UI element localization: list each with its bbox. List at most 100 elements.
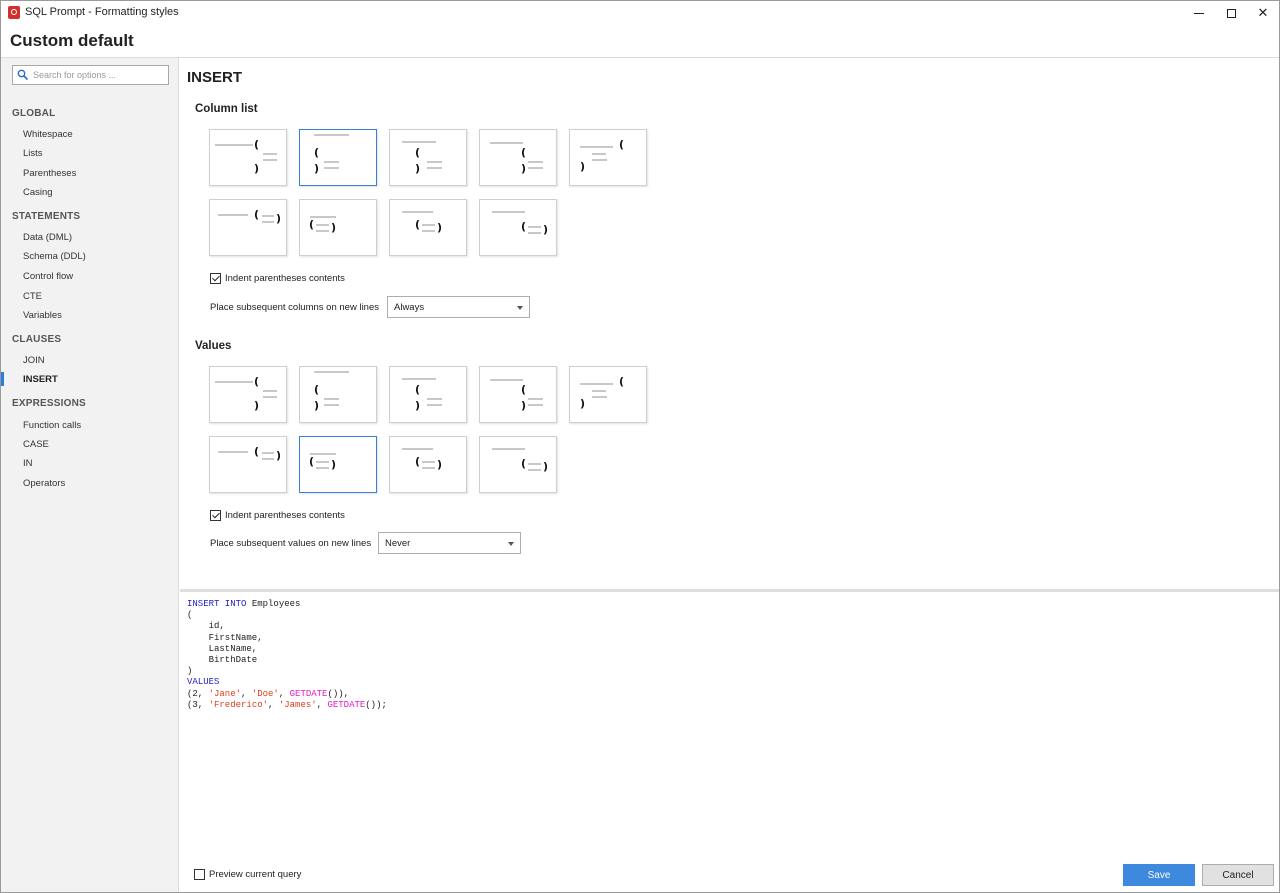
minimize-button[interactable] (1182, 1, 1216, 25)
values-style-option[interactable]: () (479, 366, 557, 423)
style-name-title: Custom default (10, 31, 134, 50)
formatting-styles-window: SQL Prompt - Formatting styles ✕ Custom … (0, 0, 1280, 893)
code-line: FirstName, (187, 632, 263, 643)
column-placement-value: Always (394, 302, 425, 313)
svg-text:): ) (415, 162, 420, 175)
nav-item-function-calls[interactable]: Function calls (23, 420, 81, 431)
svg-text:(: ( (314, 146, 319, 159)
values-placement-value: Never (385, 538, 411, 549)
search-icon (17, 69, 29, 81)
layout-preview-icon: () (402, 141, 442, 175)
svg-text:(: ( (309, 218, 314, 231)
values-indent-option[interactable]: Indent parentheses contents (210, 510, 345, 521)
values-style-option[interactable]: () (299, 366, 377, 423)
svg-text:): ) (580, 397, 585, 410)
nav-item-lists[interactable]: Lists (23, 148, 43, 159)
code-line: LastName, (187, 643, 258, 654)
svg-text:(: ( (521, 383, 526, 396)
layout-preview-icon: () (218, 208, 281, 225)
cancel-button[interactable]: Cancel (1202, 864, 1274, 886)
values-indent-label: Indent parentheses contents (225, 510, 345, 521)
nav-item-insert[interactable]: INSERT (23, 374, 58, 385)
close-icon: ✕ (1257, 5, 1269, 20)
svg-text:): ) (437, 458, 442, 471)
nav-item-case[interactable]: CASE (23, 439, 49, 450)
svg-text:): ) (521, 162, 526, 175)
column-list-style-option[interactable]: () (209, 199, 287, 256)
values-indent-checkbox[interactable] (210, 510, 221, 521)
values-style-option[interactable]: () (389, 436, 467, 493)
nav-item-schema-ddl[interactable]: Schema (DDL) (23, 251, 86, 262)
nav-item-cte[interactable]: CTE (23, 291, 42, 302)
svg-text:): ) (276, 449, 281, 462)
column-list-indent-checkbox[interactable] (210, 273, 221, 284)
nav-item-data-dml[interactable]: Data (DML) (23, 232, 72, 243)
maximize-button[interactable] (1214, 1, 1248, 25)
svg-text:): ) (314, 399, 319, 412)
values-style-option[interactable]: () (209, 436, 287, 493)
column-list-style-option[interactable]: () (299, 129, 377, 186)
column-list-heading: Column list (195, 103, 258, 115)
close-button[interactable]: ✕ (1246, 1, 1280, 25)
nav-section-global: GLOBAL (12, 108, 56, 119)
nav-item-control-flow[interactable]: Control flow (23, 271, 73, 282)
maximize-icon (1226, 8, 1236, 18)
minimize-icon (1194, 12, 1204, 14)
values-heading: Values (195, 340, 232, 352)
title-bar: SQL Prompt - Formatting styles ✕ (1, 1, 1279, 25)
svg-text:(: ( (619, 375, 624, 388)
save-button[interactable]: Save (1123, 864, 1195, 886)
column-list-style-option[interactable]: () (389, 129, 467, 186)
preview-splitter[interactable] (180, 589, 1279, 592)
column-placement-dropdown[interactable]: Always (387, 296, 530, 318)
column-list-style-option[interactable]: () (389, 199, 467, 256)
preview-current-query-checkbox[interactable] (194, 869, 205, 880)
nav-section-expressions: EXPRESSIONS (12, 398, 86, 409)
section-heading: INSERT (187, 69, 243, 86)
values-placement-dropdown[interactable]: Never (378, 532, 521, 554)
svg-text:(: ( (254, 375, 259, 388)
nav-item-whitespace[interactable]: Whitespace (23, 129, 73, 140)
svg-text:(: ( (309, 455, 314, 468)
nav-item-casing[interactable]: Casing (23, 187, 53, 198)
active-item-marker (1, 372, 4, 386)
column-list-style-option[interactable]: () (299, 199, 377, 256)
column-placement-label: Place subsequent columns on new lines (210, 302, 379, 313)
preview-current-query-option[interactable]: Preview current query (194, 869, 301, 880)
code-line: ( (187, 610, 193, 621)
values-style-option[interactable]: () (569, 366, 647, 423)
column-list-style-option[interactable]: () (209, 129, 287, 186)
layout-preview-icon: () (402, 211, 442, 234)
search-box[interactable] (12, 65, 169, 85)
svg-text:): ) (437, 221, 442, 234)
values-style-option[interactable]: () (299, 436, 377, 493)
nav-item-parentheses[interactable]: Parentheses (23, 168, 76, 179)
nav-item-variables[interactable]: Variables (23, 310, 62, 321)
code-line: BirthDate (187, 655, 258, 666)
column-list-style-option[interactable]: () (569, 129, 647, 186)
svg-text:): ) (314, 162, 319, 175)
svg-text:): ) (331, 458, 336, 471)
nav-item-join[interactable]: JOIN (23, 355, 45, 366)
values-style-option[interactable]: () (389, 366, 467, 423)
svg-text:): ) (580, 160, 585, 173)
code-line: id, (187, 621, 225, 632)
layout-preview-icon: () (580, 138, 624, 173)
preview-current-query-label: Preview current query (209, 869, 302, 880)
nav-item-in[interactable]: IN (23, 458, 33, 469)
svg-text:): ) (543, 460, 548, 473)
svg-text:(: ( (521, 457, 526, 470)
values-style-option[interactable]: () (209, 366, 287, 423)
values-style-option[interactable]: () (479, 436, 557, 493)
column-list-indent-option[interactable]: Indent parentheses contents (210, 273, 345, 284)
layout-preview-icon: () (215, 375, 277, 412)
nav-item-operators[interactable]: Operators (23, 478, 65, 489)
svg-text:): ) (331, 221, 336, 234)
chevron-down-icon (517, 306, 523, 310)
layout-preview-icon: () (492, 211, 548, 236)
layout-preview-icon: () (580, 375, 624, 410)
column-list-style-option[interactable]: () (479, 199, 557, 256)
values-placement-label: Place subsequent values on new lines (210, 538, 372, 549)
search-input[interactable] (33, 67, 165, 83)
column-list-style-option[interactable]: () (479, 129, 557, 186)
